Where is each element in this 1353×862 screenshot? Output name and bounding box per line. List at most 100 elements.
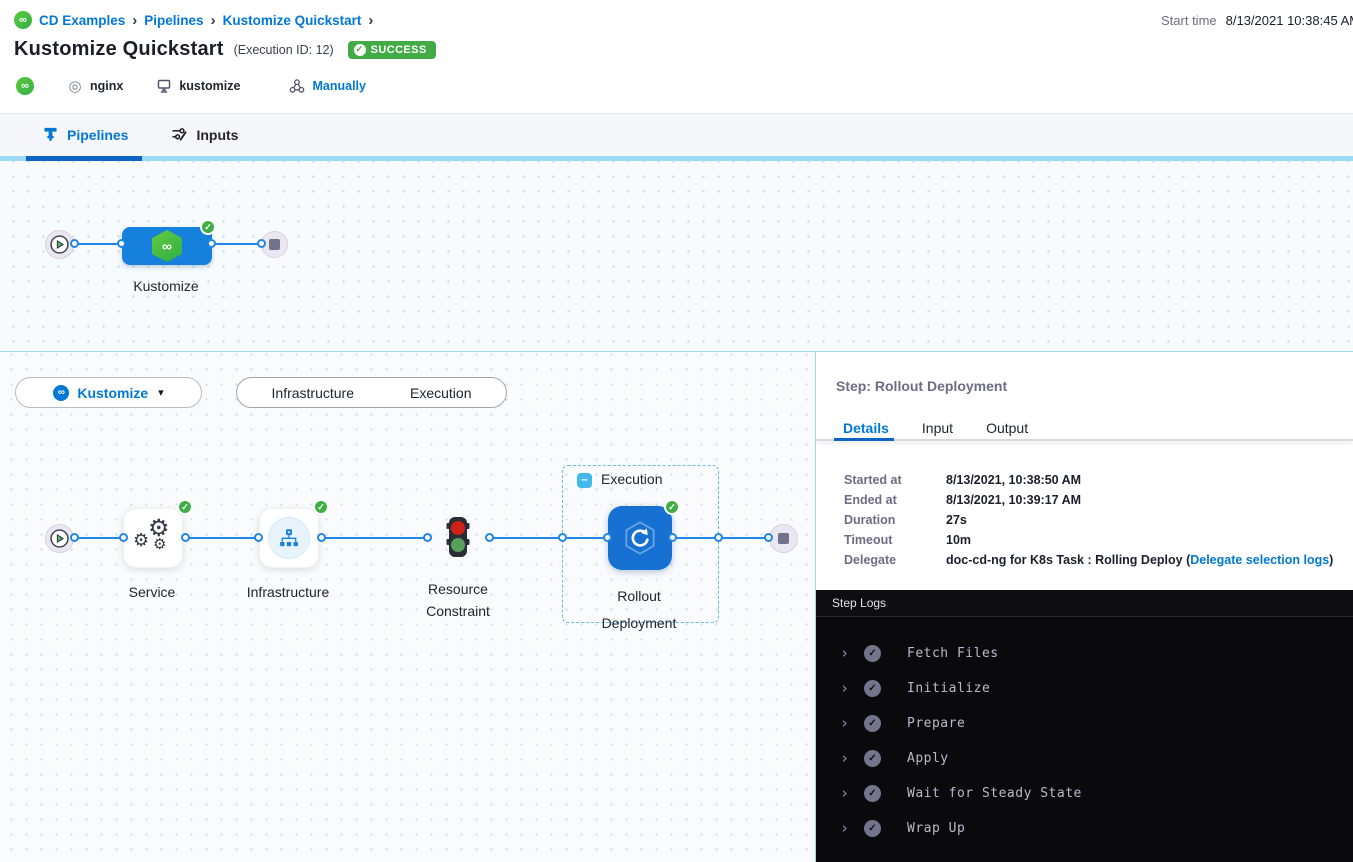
view-toggle: Infrastructure Execution	[236, 377, 507, 408]
graph-edge	[211, 243, 263, 245]
view-toggle-infrastructure[interactable]: Infrastructure	[272, 385, 354, 401]
step-label-resource-constraint: Resource Constraint	[413, 578, 503, 622]
step-panel-tabs: Details Input Output	[843, 420, 1028, 436]
stage-execution-canvas[interactable]: ∞ Kustomize ▾ Infrastructure Execution –…	[0, 352, 815, 862]
status-badge-label: SUCCESS	[371, 44, 427, 56]
tab-pipelines[interactable]: Pipelines	[43, 126, 128, 145]
tab-output[interactable]: Output	[986, 420, 1028, 436]
log-section-wrap-up[interactable]: › ✓ Wrap Up	[816, 811, 1353, 846]
status-badge: ✓ SUCCESS	[348, 41, 436, 59]
log-section-initialize[interactable]: › ✓ Initialize	[816, 671, 1353, 706]
service-gears-icon: ⚙ ⚙ ⚙	[131, 516, 175, 560]
breadcrumb-kustomize-quickstart[interactable]: Kustomize Quickstart	[223, 13, 362, 28]
graph-edge	[183, 537, 260, 539]
log-section-apply[interactable]: › ✓ Apply	[816, 741, 1353, 776]
step-label-rollout-deployment: Rollout Deployment	[584, 583, 694, 637]
step-node-infrastructure[interactable]	[259, 508, 319, 568]
tab-input[interactable]: Input	[922, 420, 953, 436]
stage-ref-name: kustomize	[179, 79, 240, 93]
step-node-service[interactable]: ⚙ ⚙ ⚙	[123, 508, 183, 568]
breadcrumb-separator-icon: ›	[368, 12, 373, 29]
step-panel-title: Step: Rollout Deployment	[836, 378, 1007, 394]
stage-node-label: Kustomize	[106, 278, 226, 294]
edge-connector-dot	[668, 533, 677, 542]
play-icon	[50, 529, 69, 548]
rollout-refresh-icon	[619, 517, 661, 559]
edge-connector-dot	[254, 533, 263, 542]
detail-row-duration: Duration 27s	[844, 510, 1333, 530]
graph-edge	[73, 243, 122, 245]
step-node-resource-constraint[interactable]	[446, 516, 470, 563]
chevron-down-icon: ▾	[158, 386, 164, 399]
edge-connector-dot	[603, 533, 612, 542]
step-label-service: Service	[92, 584, 212, 600]
tab-details[interactable]: Details	[843, 420, 889, 436]
log-section-prepare[interactable]: › ✓ Prepare	[816, 706, 1353, 741]
log-success-icon: ✓	[864, 820, 881, 837]
traffic-light-icon	[446, 516, 470, 558]
delegate-selection-logs-link[interactable]: Delegate selection logs	[1190, 553, 1329, 567]
metadata-row: ∞ ◎ nginx kustomize Manually	[16, 77, 366, 95]
step-label-infrastructure: Infrastructure	[228, 584, 348, 600]
edge-connector-dot	[423, 533, 432, 542]
execution-end-node[interactable]	[769, 524, 798, 553]
step-logs-rows: › ✓ Fetch Files › ✓ Initialize › ✓ Prepa…	[816, 617, 1353, 846]
chevron-right-icon[interactable]: ›	[840, 751, 852, 766]
top-tabbar: Pipelines Inputs	[0, 113, 1353, 156]
step-node-rollout-deployment[interactable]	[608, 506, 672, 570]
stop-icon	[269, 239, 280, 250]
stop-icon	[778, 533, 789, 544]
stage-selector-dropdown[interactable]: ∞ Kustomize ▾	[15, 377, 202, 408]
chevron-right-icon[interactable]: ›	[840, 821, 852, 836]
step-success-badge: ✓	[664, 499, 680, 515]
detail-row-ended-at: Ended at 8/13/2021, 10:39:17 AM	[844, 490, 1333, 510]
page-header: ∞ CD Examples › Pipelines › Kustomize Qu…	[0, 0, 1353, 113]
start-time: Start time 8/13/2021 10:38:45 AM	[1161, 13, 1353, 28]
edge-connector-dot	[714, 533, 723, 542]
title-row: Kustomize Quickstart (Execution ID: 12) …	[14, 38, 436, 61]
detail-row-started-at: Started at 8/13/2021, 10:38:50 AM	[844, 470, 1333, 490]
log-success-icon: ✓	[864, 785, 881, 802]
step-details-list: Started at 8/13/2021, 10:38:50 AM Ended …	[844, 470, 1333, 570]
pipeline-icon	[43, 126, 58, 145]
chevron-right-icon[interactable]: ›	[840, 646, 852, 661]
breadcrumb-cd-examples[interactable]: CD Examples	[39, 13, 125, 28]
trigger-type-icon	[288, 77, 306, 95]
collapse-group-button[interactable]: –	[577, 473, 592, 488]
log-success-icon: ✓	[864, 750, 881, 767]
edge-connector-dot	[181, 533, 190, 542]
divider	[816, 439, 1353, 441]
view-toggle-execution[interactable]: Execution	[410, 385, 471, 401]
pipeline-graph-canvas[interactable]: ∞ ✓ Kustomize	[0, 161, 1353, 352]
trigger-manually-link[interactable]: Manually	[312, 79, 366, 93]
stage-node-kustomize[interactable]: ∞	[122, 227, 212, 265]
edge-connector-dot	[70, 533, 79, 542]
start-time-label: Start time	[1161, 13, 1217, 28]
log-success-icon: ✓	[864, 645, 881, 662]
edge-connector-dot	[70, 239, 79, 248]
breadcrumb: ∞ CD Examples › Pipelines › Kustomize Qu…	[14, 11, 373, 29]
harness-cd-icon: ∞	[53, 385, 69, 401]
chevron-right-icon[interactable]: ›	[840, 786, 852, 801]
stage-selector-label: Kustomize	[77, 385, 148, 401]
execution-group-label: Execution	[601, 471, 662, 487]
graph-edge	[320, 537, 429, 539]
chevron-right-icon[interactable]: ›	[840, 716, 852, 731]
execution-id: (Execution ID: 12)	[234, 43, 334, 57]
log-section-wait-for-steady-state[interactable]: › ✓ Wait for Steady State	[816, 776, 1353, 811]
log-success-icon: ✓	[864, 680, 881, 697]
step-success-badge: ✓	[177, 499, 193, 515]
edge-connector-dot	[485, 533, 494, 542]
step-logs-header: Step Logs	[816, 590, 1353, 617]
tab-inputs[interactable]: Inputs	[171, 126, 238, 145]
edge-connector-dot	[317, 533, 326, 542]
edge-connector-dot	[117, 239, 126, 248]
infrastructure-sitemap-icon	[268, 517, 310, 559]
breadcrumb-pipelines[interactable]: Pipelines	[144, 13, 203, 28]
chevron-right-icon[interactable]: ›	[840, 681, 852, 696]
step-success-badge: ✓	[313, 499, 329, 515]
edge-connector-dot	[119, 533, 128, 542]
edge-connector-dot	[257, 239, 266, 248]
log-section-fetch-files[interactable]: › ✓ Fetch Files	[816, 636, 1353, 671]
breadcrumb-separator-icon: ›	[211, 12, 216, 29]
